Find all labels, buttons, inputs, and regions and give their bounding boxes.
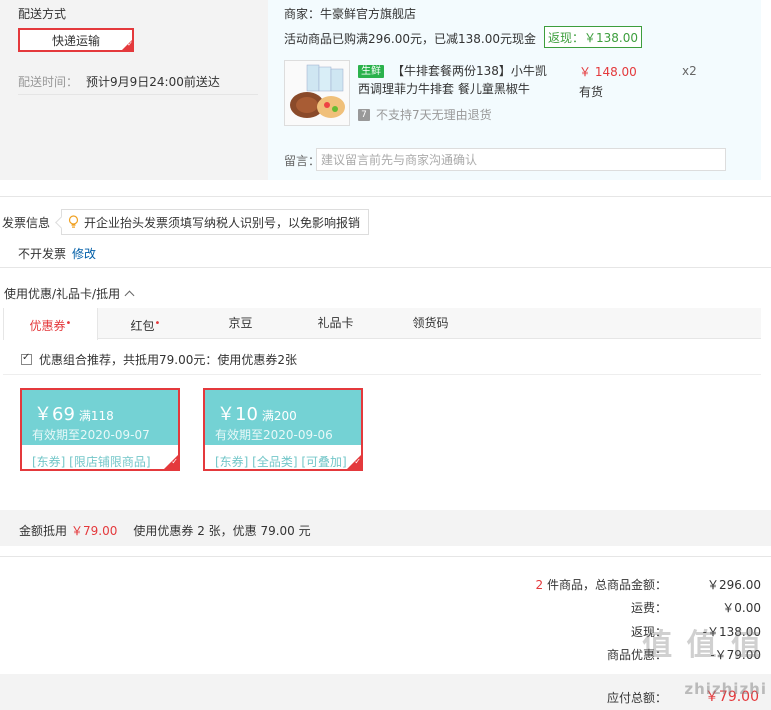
no-return-text: 不支持7天无理由退货: [376, 108, 492, 122]
lightbulb-icon: [68, 215, 79, 228]
product-stock: 有货: [579, 85, 604, 99]
selected-check-icon: [164, 455, 178, 469]
fresh-tag: 生鲜: [358, 65, 384, 78]
coupon-face: ￥69 满118 有效期至2020-09-07: [22, 390, 178, 445]
coupon-amount: ￥69 满118: [34, 400, 114, 426]
coupon-section-title: 使用优惠/礼品卡/抵用: [4, 287, 121, 301]
product-title-text: 【牛排套餐两份138】小牛凯西调理菲力牛排套 餐儿童黑椒牛: [358, 64, 547, 96]
delivery-time: 配送时间： 预计9月9日24:00前送达: [18, 73, 220, 90]
invoice-label: 发票信息: [2, 216, 51, 230]
rebate-badge: 返现：￥138.00: [544, 26, 642, 48]
delivery-method-button[interactable]: 快递运输: [18, 28, 134, 52]
summary-shipping: 运费： ￥0.00: [631, 599, 761, 616]
coupon-tags: [东券] [限店铺限商品]: [32, 455, 151, 469]
tab-dot: •: [154, 318, 161, 329]
tab-label: 优惠券: [29, 319, 66, 333]
coupon-expiry: 有效期至2020-09-07: [32, 428, 150, 442]
tab-label: 红包: [130, 319, 155, 333]
delivery-and-shop-section: 配送方式 快递运输 配送时间： 预计9月9日24:00前送达 商家：牛豪鲜官方旗舰…: [0, 0, 771, 180]
summary-goods-total: 2 件商品，总商品金额： ￥296.00: [536, 576, 761, 593]
delivery-method-label: 快递运输: [51, 33, 100, 48]
delivery-title: 配送方式: [18, 7, 67, 21]
product-price: ￥ 148.00: [579, 65, 637, 79]
invoice-edit-link[interactable]: 修改: [72, 247, 96, 261]
tab-dot: •: [65, 318, 72, 329]
deduction-label: 金额抵用: [19, 524, 68, 538]
selected-check-icon: [122, 40, 133, 50]
tab-label: 礼品卡: [317, 316, 354, 330]
shop-name: 商家：牛豪鲜官方旗舰店: [284, 7, 417, 21]
no-return-icon: 7: [358, 108, 370, 121]
combo-checkbox[interactable]: [21, 352, 32, 365]
discount-label: 商品优惠：: [606, 648, 667, 662]
deduction-description: 使用优惠券 2 张，优惠 79.00 元: [133, 524, 311, 538]
tab-label: 领货码: [412, 316, 449, 330]
coupon-expiry: 有效期至2020-09-06: [215, 428, 333, 442]
divider: [3, 374, 761, 375]
invoice-tip-text: 开企业抬头发票须填写纳税人识别号，以免影响报销: [84, 215, 361, 230]
product-quantity: x2: [682, 64, 697, 78]
tab-gift-card[interactable]: 礼品卡: [288, 308, 383, 339]
invoice-tip: 开企业抬头发票须填写纳税人识别号，以免影响报销: [61, 209, 370, 235]
tab-jd-beans[interactable]: 京豆: [193, 308, 288, 339]
tab-redeem-code[interactable]: 领货码: [383, 308, 478, 339]
coupon-amount-value: ￥10: [217, 404, 258, 425]
product-image[interactable]: [284, 60, 350, 126]
product-thumbnail-icon: [285, 61, 349, 125]
shipping-value: ￥0.00: [722, 601, 761, 615]
invoice-state: 不开发票 修改: [18, 245, 96, 262]
tab-red-packet[interactable]: 红包•: [98, 308, 193, 339]
invoice-state-text: 不开发票: [18, 247, 67, 261]
delivery-time-label: 配送时间：: [18, 75, 79, 89]
divider: [0, 556, 771, 557]
coupon-amount-value: ￥69: [34, 404, 75, 425]
rebate-value: -￥138.00: [702, 625, 761, 639]
combo-recommendation: 优惠组合推荐，共抵用79.00元：使用优惠券2张: [21, 351, 297, 368]
memo-input[interactable]: [316, 148, 726, 171]
coupon-card[interactable]: ￥10 满200 有效期至2020-09-06 [东券] [全品类] [可叠加]: [203, 388, 363, 471]
tab-coupons[interactable]: 优惠券•: [3, 308, 98, 340]
discount-value: -￥79.00: [710, 648, 761, 662]
coupon-condition: 满200: [261, 409, 297, 423]
shipping-label: 运费：: [630, 601, 667, 615]
coupon-section-toggle[interactable]: 使用优惠/礼品卡/抵用: [4, 285, 135, 302]
payable-label: 应付总额：: [606, 691, 667, 705]
deduction-summary: 金额抵用 ￥79.00 使用优惠券 2 张，优惠 79.00 元: [0, 510, 771, 546]
memo-label: 留言：: [284, 154, 321, 168]
delivery-time-value: 预计9月9日24:00前送达: [86, 75, 220, 89]
combo-text: 优惠组合推荐，共抵用79.00元：使用优惠券2张: [39, 353, 297, 367]
deduction-value: ￥79.00: [71, 524, 118, 538]
coupon-amount: ￥10 满200: [217, 400, 297, 426]
payable-bar: 应付总额： ￥79.00: [0, 674, 771, 710]
delivery-pane: 配送方式 快递运输 配送时间： 预计9月9日24:00前送达: [0, 0, 268, 180]
goods-total-value: ￥296.00: [707, 578, 761, 592]
summary-rebate: 返现： -￥138.00: [631, 623, 761, 640]
rebate-label: 返现：: [630, 625, 667, 639]
selected-check-icon: [347, 455, 361, 469]
divider: [0, 267, 771, 268]
coupon-tabs: 优惠券• 红包• 京豆 礼品卡 领货码: [3, 308, 761, 340]
no-return-notice: 7 不支持7天无理由退货: [358, 106, 492, 123]
coupon-condition: 满118: [78, 409, 114, 423]
product-title[interactable]: 生鲜 【牛排套餐两份138】小牛凯西调理菲力牛排套 餐儿童黑椒牛: [358, 62, 553, 98]
payable-value: ￥79.00: [704, 689, 759, 705]
divider: [0, 196, 771, 197]
coupon-tags: [东券] [全品类] [可叠加]: [215, 455, 347, 469]
shop-pane: 商家：牛豪鲜官方旗舰店 活动商品已购满296.00元，已减138.00元现金 返…: [268, 0, 761, 180]
promo-text: 活动商品已购满296.00元，已减138.00元现金: [284, 32, 536, 46]
tab-label: 京豆: [228, 316, 253, 330]
coupon-face: ￥10 满200 有效期至2020-09-06: [205, 390, 361, 445]
item-count-suffix: 件商品，总商品金额：: [543, 578, 667, 592]
summary-discount: 商品优惠： -￥79.00: [607, 646, 761, 663]
divider: [18, 94, 258, 95]
summary-goods-label: 2 件商品，总商品金额：: [536, 576, 667, 593]
coupon-card[interactable]: ￥69 满118 有效期至2020-09-07 [东券] [限店铺限商品]: [20, 388, 180, 471]
chevron-up-icon: [124, 290, 135, 301]
